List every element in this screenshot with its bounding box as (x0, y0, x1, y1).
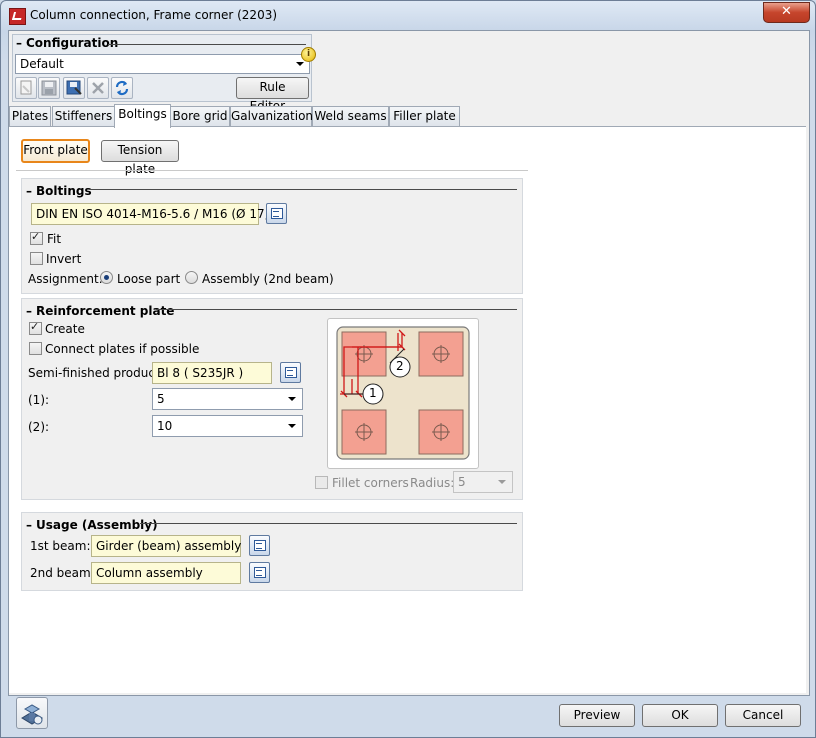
configuration-select-value: Default (20, 57, 64, 71)
book-info-icon (21, 704, 43, 725)
front-plate-tab-button[interactable]: Front plate (21, 139, 90, 163)
new-config-button[interactable] (15, 77, 37, 99)
refresh-config-button[interactable] (111, 77, 133, 99)
delete-icon (92, 82, 104, 94)
tab-bore-grid[interactable]: Bore grid (170, 106, 230, 127)
refresh-icon (115, 80, 129, 96)
invert-label: Invert (46, 252, 82, 266)
beam1-label: 1st beam: (30, 539, 91, 553)
configuration-title: – Configuration (16, 36, 119, 50)
help-info-button[interactable] (16, 697, 48, 729)
preview-button[interactable]: Preview (559, 704, 635, 727)
chevron-down-icon (296, 62, 304, 66)
boltings-title: – Boltings (26, 184, 92, 198)
bolt-pad-bottom-right (418, 409, 464, 455)
document-icon (20, 80, 32, 95)
chevron-down-icon (288, 397, 296, 401)
create-checkbox[interactable] (29, 320, 42, 335)
usage-rule (140, 523, 517, 524)
semi-finished-field[interactable]: Bl 8 ( S235JR ) (152, 362, 272, 384)
save-icon (41, 80, 57, 96)
bolt-pad-top-left (341, 331, 387, 377)
dim1-select[interactable]: 5 (152, 388, 303, 410)
info-icon[interactable]: i (301, 47, 316, 62)
tab-plates[interactable]: Plates (9, 106, 51, 127)
dim1-label: (1): (28, 393, 50, 407)
beam1-lookup-button[interactable] (249, 535, 270, 556)
cancel-button[interactable]: Cancel (725, 704, 801, 727)
close-button[interactable]: ✕ (763, 2, 810, 23)
radius-select[interactable]: 5 (453, 471, 513, 493)
app-icon (9, 8, 26, 25)
assembly-label: Assembly (2nd beam) (202, 272, 334, 286)
bolt-pad-top-right (418, 331, 464, 377)
assignment-label: Assignment: (28, 272, 103, 286)
connect-plates-label: Connect plates if possible (45, 342, 200, 356)
rule-editor-button[interactable]: Rule Editor... (236, 77, 309, 113)
save-as-icon (66, 80, 82, 95)
chevron-down-icon (498, 480, 506, 484)
fit-label: Fit (47, 232, 62, 246)
delete-config-button[interactable] (87, 77, 109, 99)
bolt-field[interactable]: DIN EN ISO 4014-M16-5.6 / M16 (Ø 17,5) (31, 203, 281, 225)
usage-title: – Usage (Assembly) (26, 518, 158, 532)
beam1-value: Girder (beam) assembly (96, 539, 242, 553)
loose-part-label: Loose part (117, 272, 181, 286)
configuration-select[interactable]: Default (15, 54, 310, 74)
tab-galvanization[interactable]: Galvanization (230, 106, 313, 127)
loose-part-radio[interactable] (100, 271, 113, 284)
semi-finished-label: Semi-finished product: (28, 366, 164, 380)
fillet-corners-label: Fillet corners (332, 476, 409, 490)
tension-plate-tab-button[interactable]: Tension plate (101, 140, 179, 176)
invert-checkbox[interactable] (30, 252, 43, 265)
window-title: Column connection, Frame corner (2203) (30, 8, 278, 22)
beam1-field[interactable]: Girder (beam) assembly (91, 535, 241, 557)
tab-filler-plate[interactable]: Filler plate (389, 106, 460, 127)
reinforcement-title: – Reinforcement plate (26, 304, 175, 318)
create-label: Create (45, 322, 85, 336)
dim1-value: 5 (157, 392, 165, 406)
beam2-value: Column assembly (96, 566, 203, 580)
beam2-field[interactable]: Column assembly (91, 562, 241, 584)
tab-stiffeners[interactable]: Stiffeners (52, 106, 115, 127)
callout-1-label: 1 (369, 386, 377, 400)
radius-label: Radius: (410, 476, 455, 490)
save-as-config-button[interactable] (63, 77, 85, 99)
beam2-lookup-button[interactable] (249, 562, 270, 583)
semi-finished-lookup-button[interactable] (280, 362, 301, 383)
callout-2-label: 2 (396, 359, 404, 373)
connect-plates-checkbox[interactable] (29, 342, 42, 355)
ok-button[interactable]: OK (642, 704, 718, 727)
bolt-lookup-button[interactable] (266, 203, 287, 224)
assembly-radio[interactable] (185, 271, 198, 284)
dim2-value: 10 (157, 419, 173, 433)
semi-finished-value: Bl 8 ( S235JR ) (157, 366, 244, 380)
tab-boltings[interactable]: Boltings (114, 104, 171, 128)
fillet-corners-checkbox[interactable] (315, 476, 328, 489)
column-plate-drawing (336, 326, 470, 460)
radius-value: 5 (458, 475, 466, 489)
beam2-label: 2nd beam: (30, 566, 95, 580)
title-bar: Column connection, Frame corner (2203) ✕ (1, 1, 816, 31)
subtab-separator (16, 170, 528, 171)
reinforcement-diagram: 2 1 (327, 318, 479, 469)
bolt-pad-bottom-left (341, 409, 387, 455)
boltings-rule (89, 189, 517, 190)
dim2-label: (2): (28, 420, 50, 434)
dim2-select[interactable]: 10 (152, 415, 303, 437)
save-config-button[interactable] (38, 77, 60, 99)
chevron-down-icon (288, 424, 296, 428)
configuration-rule (108, 44, 306, 45)
tab-weld-seams[interactable]: Weld seams (312, 106, 389, 127)
reinforcement-rule (156, 309, 517, 310)
bolt-field-value: DIN EN ISO 4014-M16-5.6 / M16 (Ø 17,5) (36, 207, 281, 221)
fit-checkbox[interactable] (30, 230, 43, 245)
